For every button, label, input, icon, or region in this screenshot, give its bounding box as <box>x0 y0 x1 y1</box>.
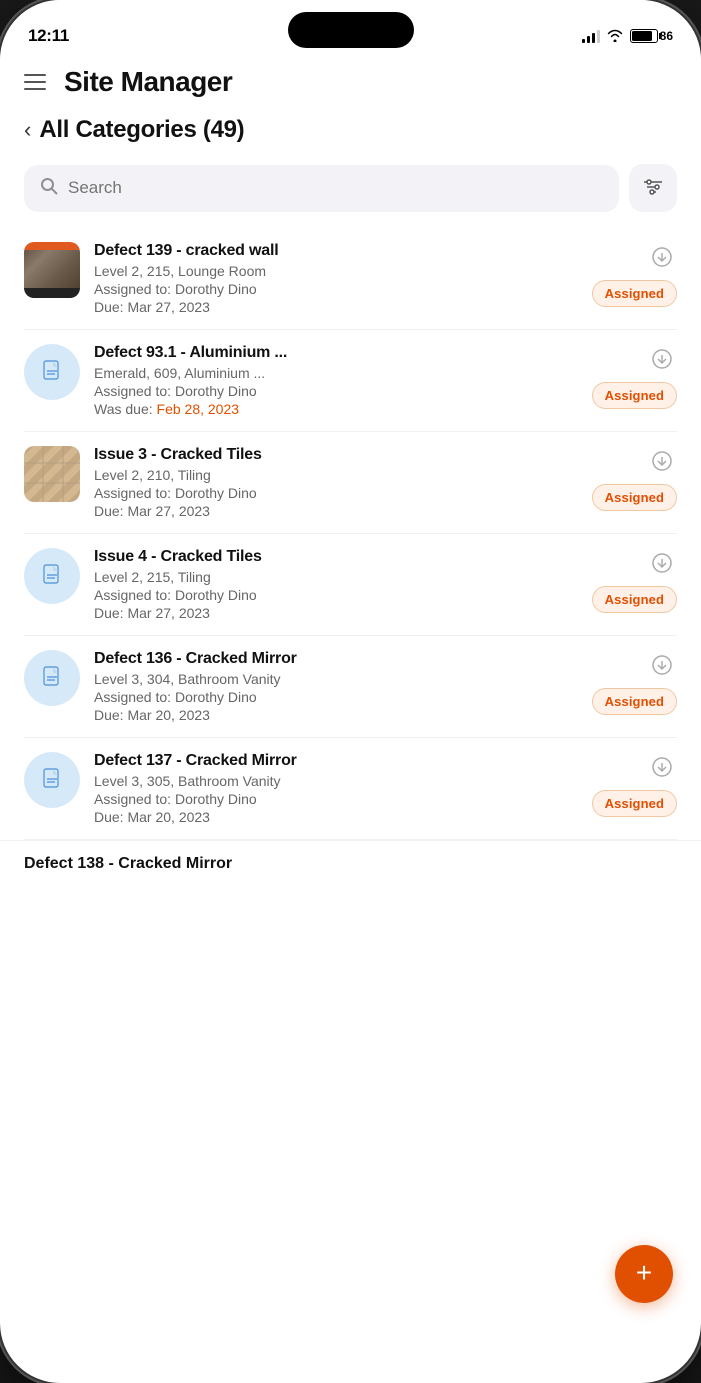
item-content-6: Defect 137 - Cracked Mirror Level 3, 305… <box>94 752 578 825</box>
list-item[interactable]: Issue 3 - Cracked Tiles Level 2, 210, Ti… <box>24 432 677 534</box>
add-button[interactable]: + <box>615 1245 673 1303</box>
item-title: Defect 139 - cracked wall <box>94 242 578 260</box>
add-icon: + <box>636 1259 652 1287</box>
back-nav-title: All Categories (49) <box>39 116 244 144</box>
item-content-5: Defect 136 - Cracked Mirror Level 3, 304… <box>94 650 578 723</box>
list-item[interactable]: Defect 137 - Cracked Mirror Level 3, 305… <box>24 738 677 840</box>
item-content-3: Issue 3 - Cracked Tiles Level 2, 210, Ti… <box>94 446 578 519</box>
items-list: Defect 139 - cracked wall Level 2, 215, … <box>0 228 701 840</box>
item-assigned: Assigned to: Dorothy Dino <box>94 689 578 705</box>
item-title: Issue 3 - Cracked Tiles <box>94 446 578 464</box>
status-badge: Assigned <box>592 688 677 715</box>
item-location: Level 2, 215, Tiling <box>94 569 578 585</box>
list-item[interactable]: Defect 139 - cracked wall Level 2, 215, … <box>24 228 677 330</box>
download-button[interactable] <box>647 548 677 578</box>
item-actions-6: Assigned <box>592 752 677 817</box>
search-input[interactable] <box>68 178 603 198</box>
item-location: Level 3, 305, Bathroom Vanity <box>94 773 578 789</box>
status-badge: Assigned <box>592 790 677 817</box>
item-title: Defect 136 - Cracked Mirror <box>94 650 578 668</box>
item-due: Due: Mar 27, 2023 <box>94 299 578 315</box>
status-badge: Assigned <box>592 484 677 511</box>
search-wrapper[interactable] <box>24 165 619 212</box>
item-actions-4: Assigned <box>592 548 677 613</box>
item-thumbnail-5 <box>24 650 80 706</box>
wifi-icon <box>606 28 624 45</box>
item-content-2: Defect 93.1 - Aluminium ... Emerald, 609… <box>94 344 578 417</box>
item-due: Was due: Feb 28, 2023 <box>94 401 578 417</box>
item-actions-5: Assigned <box>592 650 677 715</box>
back-navigation[interactable]: ‹ All Categories (49) <box>0 110 701 158</box>
item-due: Due: Mar 27, 2023 <box>94 503 578 519</box>
app-title: Site Manager <box>64 66 232 98</box>
item-content-4: Issue 4 - Cracked Tiles Level 2, 215, Ti… <box>94 548 578 621</box>
item-due: Due: Mar 27, 2023 <box>94 605 578 621</box>
item-location: Level 3, 304, Bathroom Vanity <box>94 671 578 687</box>
item-thumbnail-2 <box>24 344 80 400</box>
search-icon <box>40 177 58 200</box>
item-due: Due: Mar 20, 2023 <box>94 707 578 723</box>
thumbnail-doc-5 <box>24 650 80 706</box>
download-button[interactable] <box>647 242 677 272</box>
status-badge: Assigned <box>592 280 677 307</box>
item-thumbnail-1 <box>24 242 80 298</box>
back-chevron-icon: ‹ <box>24 119 31 141</box>
thumbnail-image-cracked-wall <box>24 242 80 298</box>
item-thumbnail-3 <box>24 446 80 502</box>
download-button[interactable] <box>647 446 677 476</box>
item-due: Due: Mar 20, 2023 <box>94 809 578 825</box>
item-assigned: Assigned to: Dorothy Dino <box>94 485 578 501</box>
download-button[interactable] <box>647 344 677 374</box>
battery-level: 86 <box>660 29 673 43</box>
list-item[interactable]: Defect 136 - Cracked Mirror Level 3, 304… <box>24 636 677 738</box>
status-bar: 12:11 <box>0 0 701 58</box>
list-item[interactable]: Issue 4 - Cracked Tiles Level 2, 215, Ti… <box>24 534 677 636</box>
item-thumbnail-6 <box>24 752 80 808</box>
download-button[interactable] <box>647 650 677 680</box>
item-thumbnail-4 <box>24 548 80 604</box>
item-assigned: Assigned to: Dorothy Dino <box>94 281 578 297</box>
thumbnail-tiles-3 <box>24 446 80 502</box>
item-assigned: Assigned to: Dorothy Dino <box>94 587 578 603</box>
status-badge: Assigned <box>592 586 677 613</box>
item-actions-1: Assigned <box>592 242 677 307</box>
item-location: Level 2, 210, Tiling <box>94 467 578 483</box>
item-title: Defect 137 - Cracked Mirror <box>94 752 578 770</box>
list-item[interactable]: Defect 93.1 - Aluminium ... Emerald, 609… <box>24 330 677 432</box>
item-location: Level 2, 215, Lounge Room <box>94 263 578 279</box>
menu-button[interactable] <box>24 74 46 90</box>
item-assigned: Assigned to: Dorothy Dino <box>94 383 578 399</box>
status-badge: Assigned <box>592 382 677 409</box>
phone-screen: 12:11 <box>0 0 701 1383</box>
item-location: Emerald, 609, Aluminium ... <box>94 365 578 381</box>
thumbnail-doc-2 <box>24 344 80 400</box>
phone-frame: 12:11 <box>0 0 701 1383</box>
status-time: 12:11 <box>28 26 69 46</box>
thumbnail-doc-4 <box>24 548 80 604</box>
partial-item-title: Defect 138 - Cracked Mirror <box>24 855 677 873</box>
item-actions-2: Assigned <box>592 344 677 409</box>
item-assigned: Assigned to: Dorothy Dino <box>94 791 578 807</box>
battery-icon: 86 <box>630 29 673 43</box>
filter-button[interactable] <box>629 164 677 212</box>
item-content-1: Defect 139 - cracked wall Level 2, 215, … <box>94 242 578 315</box>
search-area <box>0 158 701 228</box>
thumbnail-doc-6 <box>24 752 80 808</box>
signal-bars-icon <box>582 29 600 43</box>
download-button[interactable] <box>647 752 677 782</box>
status-icons: 86 <box>582 28 673 45</box>
filter-icon <box>642 176 664 201</box>
app-header: Site Manager <box>0 58 701 110</box>
dynamic-island <box>288 12 414 48</box>
partial-list-item[interactable]: Defect 138 - Cracked Mirror <box>0 840 701 873</box>
item-title: Defect 93.1 - Aluminium ... <box>94 344 578 362</box>
item-actions-3: Assigned <box>592 446 677 511</box>
item-title: Issue 4 - Cracked Tiles <box>94 548 578 566</box>
